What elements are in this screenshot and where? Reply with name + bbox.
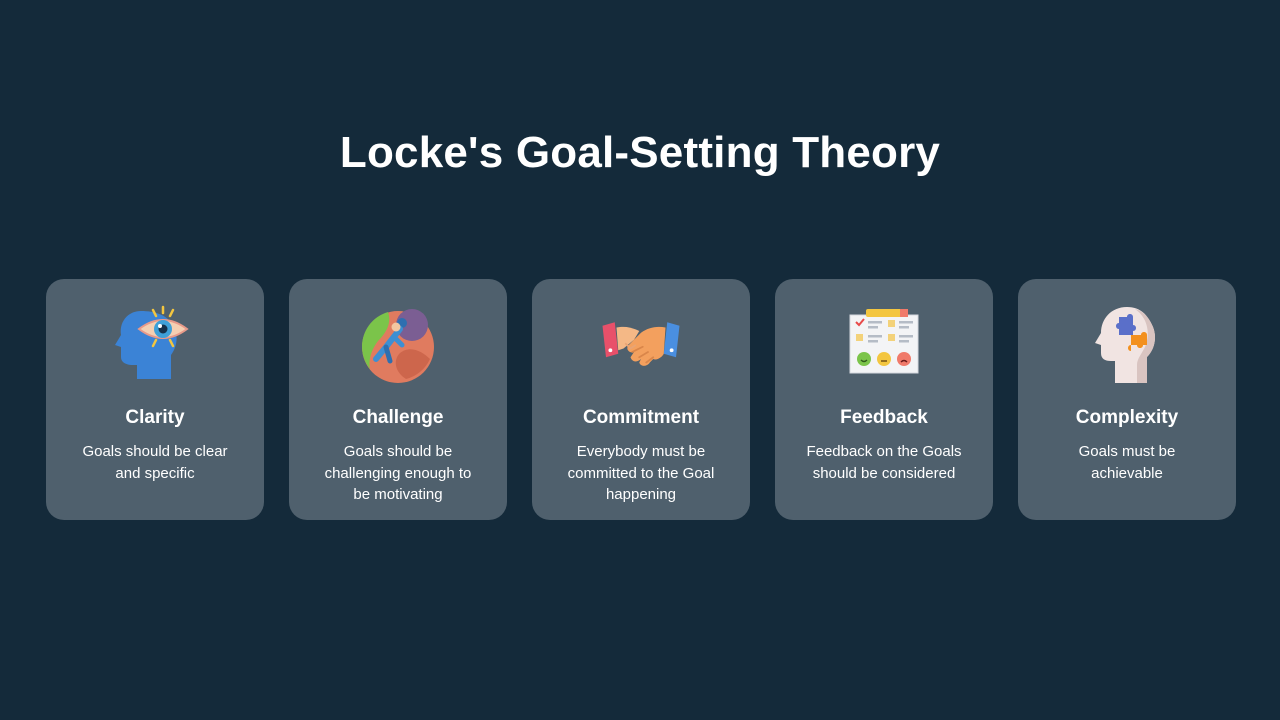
card-title: Feedback	[840, 407, 928, 428]
slide: Locke's Goal-Setting Theory Clarity Goal…	[0, 0, 1280, 720]
climbing-person-icon	[361, 309, 434, 383]
feedback-board-icon	[849, 309, 919, 374]
card-row: Clarity Goals should be clear and specif…	[46, 279, 1236, 520]
page-title: Locke's Goal-Setting Theory	[339, 128, 941, 177]
card-title: Complexity	[1075, 407, 1179, 428]
card-description: Everybody must be committed to the Goal …	[567, 443, 715, 503]
card-description: Goals should be challenging enough to be…	[324, 443, 472, 503]
card-complexity: Complexity Goals must be achievable	[1018, 279, 1236, 520]
card-commitment: Commitment Everybody must be committed t…	[532, 279, 750, 520]
card-challenge: Challenge Goals should be challenging en…	[289, 279, 507, 520]
card-title: Commitment	[582, 407, 700, 428]
card-feedback: Feedback Feedback on the Goals should be…	[775, 279, 993, 520]
card-title: Clarity	[125, 407, 185, 428]
handshake-icon	[602, 322, 680, 366]
card-description: Feedback on the Goals should be consider…	[806, 443, 962, 482]
card-clarity: Clarity Goals should be clear and specif…	[46, 279, 264, 520]
card-description: Goals should be clear and specific	[82, 443, 228, 482]
card-description: Goals must be achievable	[1078, 443, 1176, 482]
puzzle-head-icon	[1095, 307, 1155, 383]
card-title: Challenge	[352, 407, 444, 428]
eye-head-icon	[115, 305, 189, 379]
